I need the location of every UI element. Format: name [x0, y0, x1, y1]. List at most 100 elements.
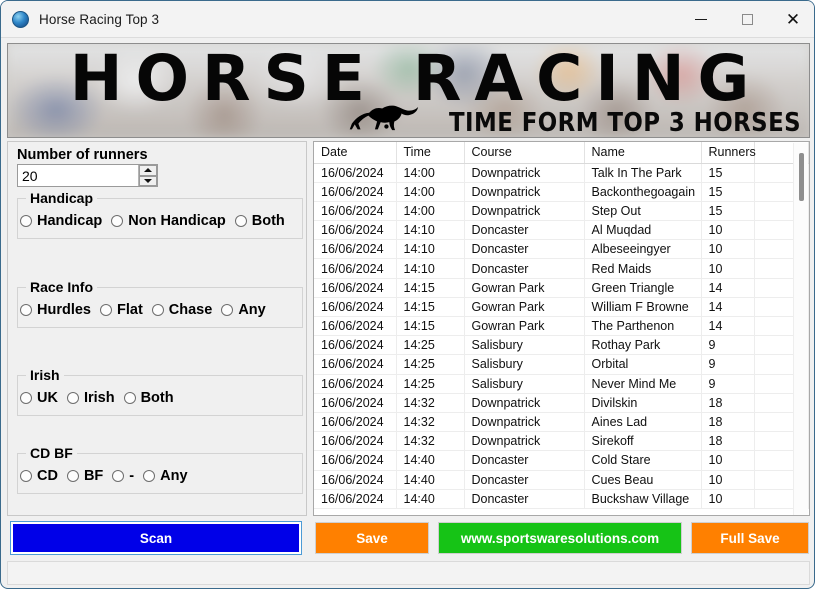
title-bar: Horse Racing Top 3 ✕: [1, 1, 814, 38]
table-cell: 16/06/2024: [314, 393, 397, 413]
radio-label: Handicap: [37, 213, 103, 229]
table-row[interactable]: 16/06/2024 14:40 Doncaster Buckshaw Village…: [314, 489, 809, 509]
radio-label: Any: [238, 302, 266, 318]
table-cell: Never Mind Me: [584, 374, 702, 394]
column-header-time[interactable]: Time: [396, 142, 465, 164]
radio-irish-both[interactable]: Both: [123, 390, 174, 406]
table-cell: 10: [701, 239, 755, 260]
radio-label: Irish: [83, 390, 115, 406]
radio-circle-icon: [20, 470, 32, 482]
table-row[interactable]: 16/06/2024 14:10 Doncaster Red Maids 10: [314, 258, 809, 279]
scan-button[interactable]: Scan: [10, 521, 302, 555]
table-cell: 14:10: [396, 258, 465, 279]
table-row[interactable]: 16/06/2024 14:25 Salisbury Rothay Park 9: [314, 335, 809, 356]
table-body: 16/06/2024 14:00 Downpatrick Talk In The Pa…: [314, 163, 809, 509]
table-row[interactable]: 16/06/2024 14:10 Doncaster Albeseeingyer 10: [314, 239, 809, 260]
radio-cdbf-any[interactable]: Any: [143, 468, 188, 484]
spinner-down-icon: [144, 178, 152, 183]
table-cell: 16/06/2024: [314, 489, 397, 509]
table-cell: 10: [701, 220, 755, 241]
radio-circle-icon: [66, 470, 79, 482]
table-row[interactable]: 16/06/2024 14:25 Salisbury Orbital 9: [314, 354, 809, 375]
runners-decrement-button[interactable]: [139, 175, 157, 186]
radio-uk[interactable]: UK: [20, 390, 58, 406]
radio-handicap-both[interactable]: Both: [234, 213, 285, 229]
table-cell: Aines Lad: [584, 412, 702, 433]
table-cell: 18: [701, 412, 755, 433]
table-cell: 10: [701, 258, 755, 279]
table-cell: Cold Stare: [584, 450, 702, 471]
maximize-icon: [741, 14, 753, 25]
table-cell: Salisbury: [464, 354, 585, 375]
table-cell: 16/06/2024: [314, 297, 397, 318]
table-cell: 16/06/2024: [314, 220, 397, 241]
table-row[interactable]: 16/06/2024 14:15 Gowran Park William F Brow…: [314, 297, 809, 318]
table-cell: 16/06/2024: [314, 470, 397, 490]
table-cell: 14:10: [396, 239, 465, 260]
irish-legend: Irish: [26, 367, 64, 383]
column-header-course[interactable]: Course: [464, 142, 585, 164]
column-header-name[interactable]: Name: [584, 142, 702, 164]
radio-flat[interactable]: Flat: [100, 302, 143, 318]
radio-chase[interactable]: Chase: [151, 302, 212, 318]
table-cell: Backonthegoagain: [584, 182, 702, 202]
save-button[interactable]: Save: [315, 522, 429, 554]
cd-bf-legend: CD BF: [26, 445, 77, 461]
table-row[interactable]: 16/06/2024 14:00 Downpatrick Backonthegoaga…: [314, 182, 809, 202]
radio-bf[interactable]: BF: [66, 468, 104, 484]
radio-race-any[interactable]: Any: [221, 302, 266, 318]
radio-label: CD: [37, 468, 58, 484]
radio-label: Both: [251, 213, 285, 229]
table-cell: Salisbury: [464, 335, 585, 356]
radio-irish[interactable]: Irish: [66, 390, 115, 406]
table-cell: 16/06/2024: [314, 335, 397, 356]
table-row[interactable]: 16/06/2024 14:25 Salisbury Never Mind Me 9: [314, 374, 809, 394]
table-cell: Cues Beau: [584, 470, 702, 490]
table-row[interactable]: 16/06/2024 14:10 Doncaster Al Muqdad 10: [314, 220, 809, 241]
radio-handicap[interactable]: Handicap: [20, 213, 102, 229]
table-cell: 14:32: [396, 393, 465, 413]
table-cell: 14:25: [396, 335, 465, 356]
table-cell: 16/06/2024: [314, 163, 397, 183]
table-cell: Doncaster: [464, 258, 585, 279]
table-row[interactable]: 16/06/2024 14:32 Downpatrick Divilskin 18: [314, 393, 809, 413]
runners-stepper[interactable]: 20: [17, 164, 158, 187]
table-row[interactable]: 16/06/2024 14:00 Downpatrick Talk In The Pa…: [314, 163, 809, 183]
table-row[interactable]: 16/06/2024 14:40 Doncaster Cues Beau 10: [314, 470, 809, 490]
close-icon: ✕: [785, 10, 801, 29]
table-cell: 16/06/2024: [314, 278, 397, 298]
header-banner: HORSE RACING TIME FORM TOP 3 HORSES: [7, 43, 810, 138]
runners-increment-button[interactable]: [139, 165, 157, 176]
grid-scroll-thumb[interactable]: [799, 153, 804, 201]
close-button[interactable]: ✕: [770, 1, 814, 38]
radio-label: -: [129, 468, 135, 484]
grid-vertical-scrollbar[interactable]: [793, 143, 808, 515]
results-grid[interactable]: Date Time Course Name Runners 16/06/2024 14:0…: [313, 141, 810, 516]
status-bar: [7, 561, 810, 585]
runners-input[interactable]: 20: [18, 165, 138, 186]
website-button[interactable]: www.sportswaresolutions.com: [438, 522, 682, 554]
table-cell: 14:10: [396, 220, 465, 241]
radio-label: BF: [83, 468, 104, 484]
table-cell: Gowran Park: [464, 316, 585, 337]
radio-circle-icon: [20, 392, 32, 404]
table-row[interactable]: 16/06/2024 14:15 Gowran Park The Parthenon 1…: [314, 316, 809, 337]
radio-dash[interactable]: -: [112, 468, 134, 484]
table-row[interactable]: 16/06/2024 14:00 Downpatrick Step Out 15: [314, 201, 809, 222]
radio-circle-icon: [20, 215, 32, 227]
maximize-button[interactable]: [724, 1, 770, 38]
table-cell: 14:00: [396, 163, 465, 183]
radio-label: Both: [140, 390, 174, 406]
column-header-date[interactable]: Date: [314, 142, 397, 164]
table-row[interactable]: 16/06/2024 14:32 Downpatrick Sirekoff 18: [314, 431, 809, 452]
runners-spin-buttons: [138, 165, 157, 186]
full-save-button[interactable]: Full Save: [691, 522, 809, 554]
radio-cd[interactable]: CD: [20, 468, 58, 484]
radio-non-handicap[interactable]: Non Handicap: [111, 213, 226, 229]
table-row[interactable]: 16/06/2024 14:15 Gowran Park Green Triangle…: [314, 278, 809, 298]
radio-hurdles[interactable]: Hurdles: [20, 302, 91, 318]
table-row[interactable]: 16/06/2024 14:32 Downpatrick Aines Lad 18: [314, 412, 809, 433]
column-header-runners[interactable]: Runners: [701, 142, 756, 164]
minimize-button[interactable]: [678, 1, 724, 38]
table-row[interactable]: 16/06/2024 14:40 Doncaster Cold Stare 10: [314, 450, 809, 471]
